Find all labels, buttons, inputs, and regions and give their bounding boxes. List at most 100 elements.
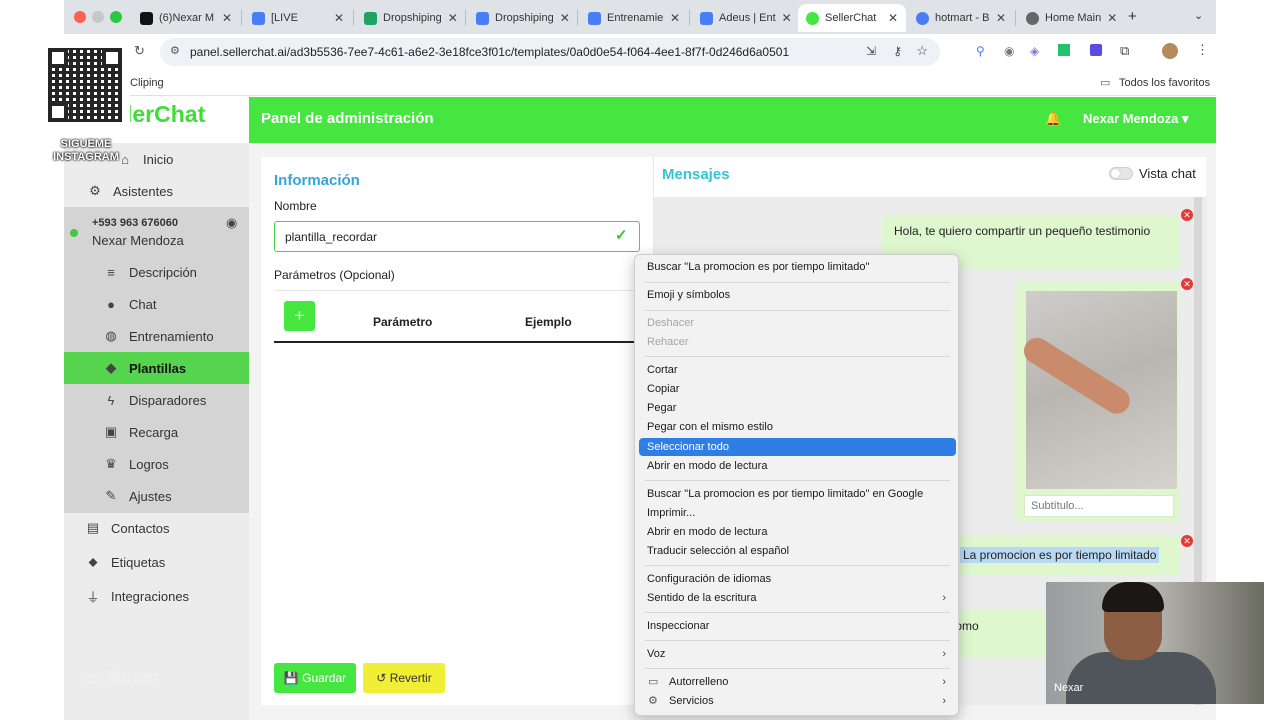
new-tab-icon[interactable]: + [1128, 8, 1137, 25]
subtitle-input[interactable] [1024, 495, 1174, 517]
camera-icon[interactable]: ◉ [1004, 44, 1014, 58]
sidebar: ⌂ Inicio ⚙ Asistentes +593 963 676060 Ne… [64, 143, 249, 720]
menu-item-voice[interactable]: Voz › [639, 645, 956, 663]
sidebar-item-integraciones[interactable]: ⏚ Integraciones [64, 580, 249, 612]
extension-green-icon[interactable] [1058, 44, 1070, 56]
add-parameter-button[interactable]: + [284, 301, 315, 331]
browser-tab[interactable]: Entrenamie ✕ [580, 4, 688, 32]
user-menu[interactable]: Nexar Mendoza ▾ [1083, 111, 1189, 127]
menu-item-writing-direction[interactable]: Sentido de la escritura › [639, 589, 956, 607]
menu-item-search-google[interactable]: Buscar "La promocion es por tiempo limit… [639, 485, 956, 503]
browser-tab[interactable]: Home Main ✕ [1018, 4, 1118, 32]
sidebar-item-contactos[interactable]: ▤ Contactos [64, 512, 249, 544]
sidebar-item-recarga[interactable]: ▣ Recarga [64, 416, 249, 448]
sidebar-item-chat[interactable]: ● Chat [64, 288, 249, 320]
docs-icon [476, 11, 489, 25]
close-tab-icon[interactable]: ✕ [996, 11, 1006, 25]
toggle-label: Vista chat [1139, 166, 1196, 181]
more-menu-icon[interactable]: ⋮ [1196, 42, 1209, 58]
menu-item-translate[interactable]: Traducir selección al español [639, 542, 956, 560]
revert-button[interactable]: ↺ Revertir [363, 663, 445, 693]
message-bubble[interactable]: La promocion es por tiempo limitado [954, 535, 1180, 575]
chat-icon: ● [107, 296, 115, 312]
close-tab-icon[interactable]: ✕ [782, 11, 792, 25]
browser-tab[interactable]: Dropshiping ✕ [356, 4, 464, 32]
close-window-icon[interactable] [74, 11, 86, 23]
sidebar-item-plantillas[interactable]: ◆ Plantillas [64, 352, 249, 384]
sidebar-item-ajustes[interactable]: ✎ Ajustes [64, 480, 249, 512]
all-bookmarks-link[interactable]: Todos los favoritos [1119, 77, 1210, 89]
browser-tab[interactable]: [LIVE ✕ [244, 4, 352, 32]
extension-purple-icon[interactable] [1090, 44, 1102, 56]
menu-item-copy[interactable]: Copiar [639, 380, 956, 398]
menu-item-inspect[interactable]: Inspeccionar [639, 617, 956, 635]
sidebar-item-disparadores[interactable]: ϟ Disparadores [64, 384, 249, 416]
menu-item-search[interactable]: Buscar "La promocion es por tiempo limit… [639, 258, 956, 276]
revert-label: Revertir [389, 671, 432, 685]
chat-view-toggle[interactable] [1109, 167, 1133, 180]
menu-item-autofill[interactable]: ▭ Autorrelleno › [639, 673, 956, 691]
menu-item-paste[interactable]: Pegar [639, 399, 956, 417]
sidebar-item-entrenamiento[interactable]: ◍ Entrenamiento [64, 320, 249, 352]
close-tab-icon[interactable]: ✕ [1107, 11, 1117, 25]
puzzle-icon[interactable]: ⧉ [1120, 43, 1129, 59]
menu-item-label: Sentido de la escritura [647, 592, 757, 604]
chevron-down-icon[interactable]: ⌄ [1194, 9, 1203, 22]
chevron-right-icon: › [942, 648, 946, 660]
browser-tab-active[interactable]: SellerChat ✕ [798, 4, 906, 32]
list-icon: ≡ [107, 264, 115, 280]
search-lens-icon[interactable]: ⚲ [976, 44, 985, 58]
assistant-account[interactable]: +593 963 676060 Nexar Mendoza ◉ [64, 209, 249, 253]
menu-item-services[interactable]: ⚙ Servicios › [639, 692, 956, 710]
menu-item-language-settings[interactable]: Configuración de idiomas [639, 570, 956, 588]
sidebar-item-descripcion[interactable]: ≡ Descripción [64, 256, 249, 288]
folder-icon: ▭ [1100, 77, 1111, 89]
qr-code [40, 40, 130, 130]
key-icon[interactable]: ⚷ [893, 44, 902, 58]
avatar[interactable] [1162, 43, 1178, 59]
close-tab-icon[interactable]: ✕ [448, 11, 458, 25]
menu-item-select-all[interactable]: Seleccionar todo [639, 438, 956, 456]
menu-item-emoji[interactable]: Emoji y símbolos [639, 286, 956, 304]
menu-item-print[interactable]: Imprimir... [639, 504, 956, 522]
browser-tab[interactable]: Dropshiping ✕ [468, 4, 576, 32]
extension-icon[interactable]: ◈ [1030, 44, 1039, 58]
close-tab-icon[interactable]: ✕ [222, 11, 232, 25]
bookmark-item[interactable]: Cliping [130, 77, 164, 89]
close-tab-icon[interactable]: ✕ [334, 11, 344, 25]
minimize-window-icon[interactable] [92, 11, 104, 23]
menu-item-cut[interactable]: Cortar [639, 361, 956, 379]
browser-tab[interactable]: hotmart - B ✕ [908, 4, 1014, 32]
reload-icon[interactable]: ↻ [134, 43, 145, 59]
star-icon[interactable]: ☆ [916, 43, 928, 59]
selected-message-text[interactable]: La promocion es por tiempo limitado [960, 547, 1160, 563]
menu-item-reading-mode[interactable]: Abrir en modo de lectura [639, 523, 956, 541]
sidebar-item-label: Entrenamiento [129, 328, 214, 344]
close-tab-icon[interactable]: ✕ [560, 11, 570, 25]
menu-item-redo: Rehacer [639, 333, 956, 351]
close-tab-icon[interactable]: ✕ [670, 11, 680, 25]
save-button[interactable]: 💾 Guardar [274, 663, 356, 693]
template-name-input[interactable] [274, 221, 640, 252]
sidebar-item-logros[interactable]: ♛ Logros [64, 448, 249, 480]
browser-tab[interactable]: (6)Nexar M ✕ [132, 4, 240, 32]
site-info-icon[interactable]: ⚙ [170, 44, 180, 57]
eye-icon[interactable]: ◉ [226, 215, 237, 231]
app-header: Panel de administración 🔔 Nexar Mendoza … [249, 97, 1216, 143]
sidebar-item-etiquetas[interactable]: ⬥ Etiquetas [64, 546, 249, 578]
menu-item-label: Imprimir... [647, 507, 696, 519]
delete-message-icon[interactable]: ✕ [1181, 209, 1193, 221]
close-tab-icon[interactable]: ✕ [888, 11, 898, 25]
menu-item-reading-mode[interactable]: Abrir en modo de lectura [639, 457, 956, 475]
install-icon[interactable]: ⇲ [866, 44, 876, 58]
delete-message-icon[interactable]: ✕ [1181, 535, 1193, 547]
brand-logo[interactable]: lerChat [126, 101, 205, 128]
browser-tab[interactable]: Adeus | Ent ✕ [692, 4, 796, 32]
delete-message-icon[interactable]: ✕ [1181, 278, 1193, 290]
zoom-window-icon[interactable] [110, 11, 122, 23]
menu-item-paste-style[interactable]: Pegar con el mismo estilo [639, 418, 956, 436]
bell-icon[interactable]: 🔔 [1045, 111, 1061, 127]
image-message-bubble[interactable] [1016, 281, 1180, 521]
sidebar-item-asistentes[interactable]: ⚙ Asistentes [64, 175, 249, 207]
address-bar[interactable]: ⚙ panel.sellerchat.ai/ad3b5536-7ee7-4c61… [160, 38, 940, 66]
